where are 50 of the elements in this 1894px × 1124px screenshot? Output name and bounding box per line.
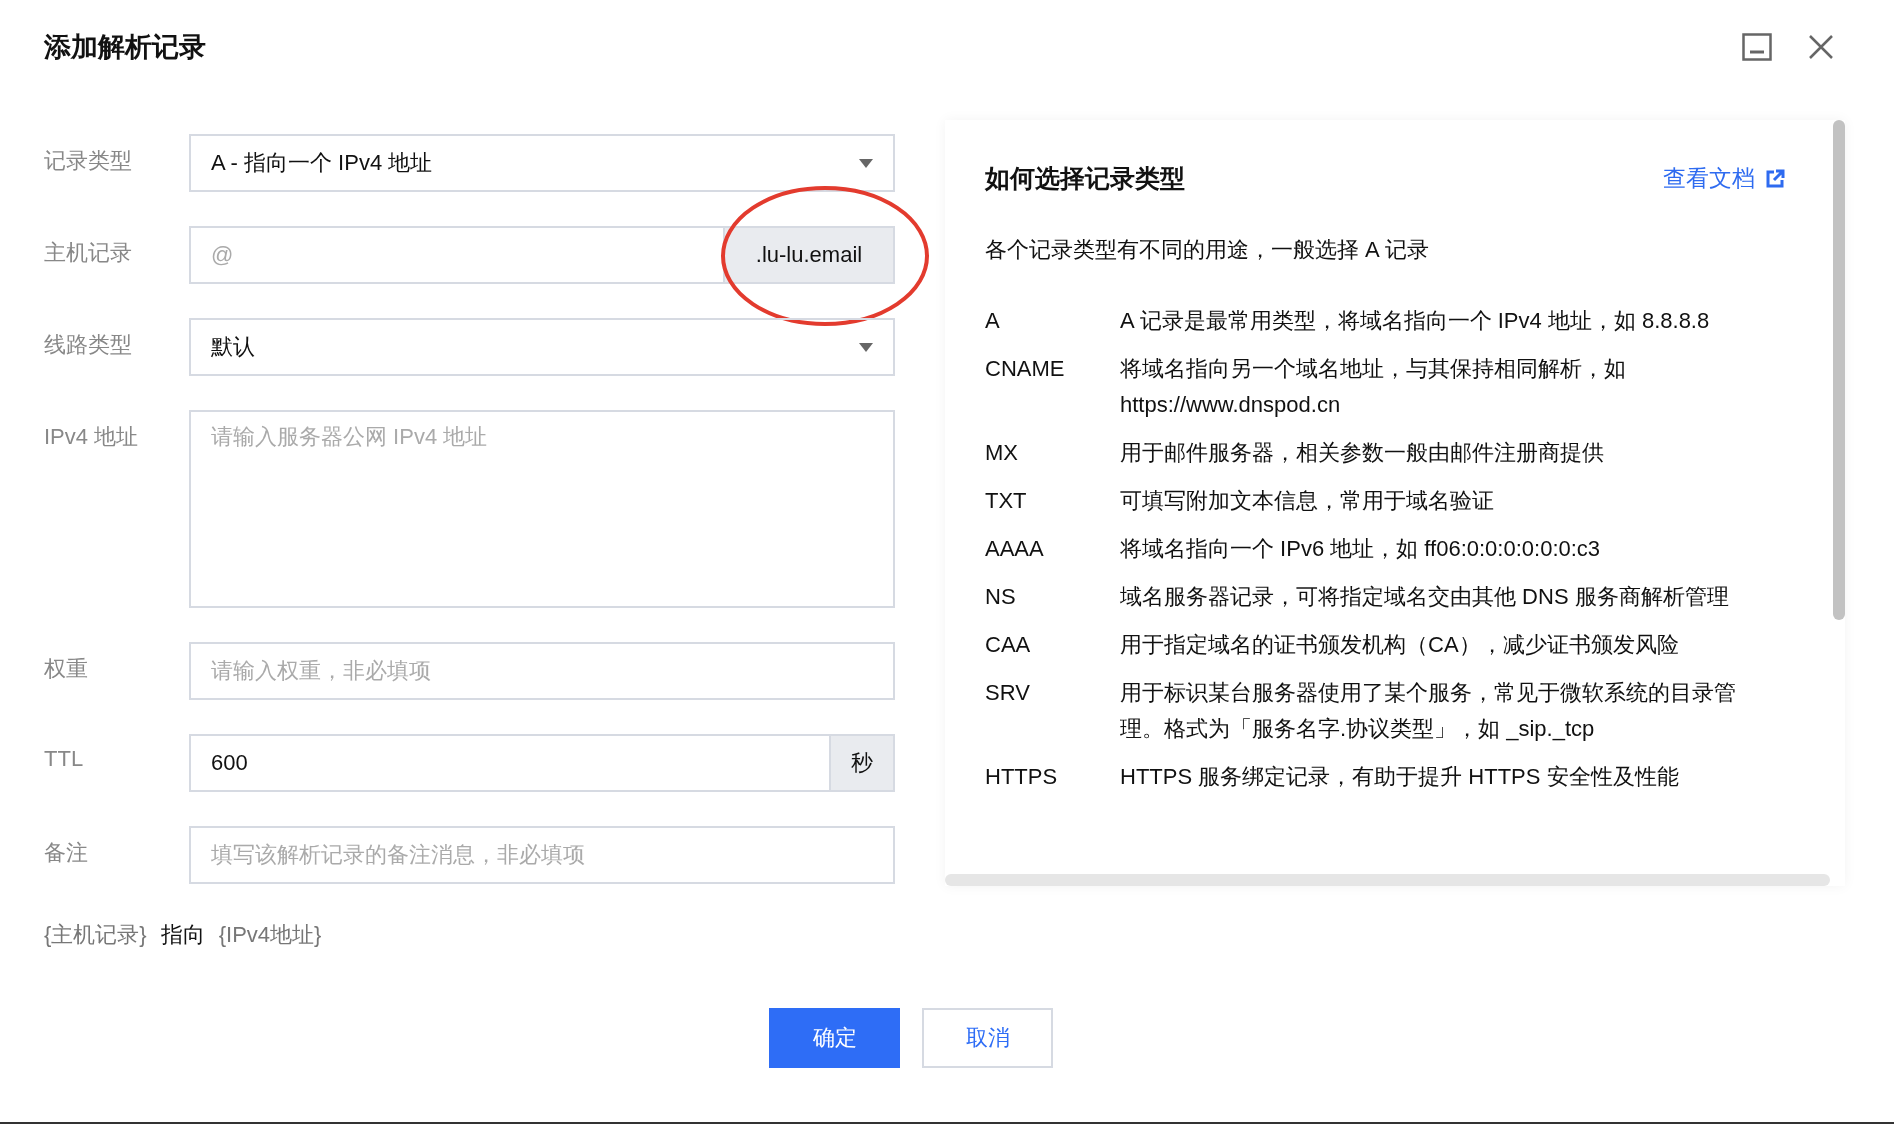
placeholder-token: {主机记录}	[44, 921, 147, 949]
record-description: 将域名指向一个 IPv6 地址，如 ff06:0:0:0:0:0:0:c3	[1120, 535, 1602, 563]
select-field[interactable]: 默认	[189, 318, 895, 376]
input-field[interactable]: 请输入权重，非必填项	[189, 642, 895, 700]
record-type: SRV	[985, 679, 1031, 707]
external-link-icon	[1765, 168, 1785, 189]
input-field[interactable]: 填写该解析记录的备注消息，非必填项	[189, 826, 895, 884]
field-label: 线路类型	[44, 331, 133, 359]
record-type: MX	[985, 439, 1019, 467]
vertical-scrollbar[interactable]	[1833, 120, 1845, 620]
help-intro: 各个记录类型有不同的用途，一般选择 A 记录	[985, 236, 1430, 264]
domain-suffix: .lu-lu.email	[723, 226, 895, 284]
record-description: 用于标识某台服务器使用了某个服务，常见于微软系统的目录管理。格式为「服务名字.协议类型」，如 _sip._tcp	[1120, 679, 1737, 743]
horizontal-scrollbar[interactable]	[945, 874, 1830, 886]
help-title: 如何选择记录类型	[985, 163, 1185, 194]
field-label: 主机记录	[44, 239, 133, 267]
record-type: A	[985, 307, 1001, 335]
field-label: 备注	[44, 839, 89, 867]
record-type: NS	[985, 583, 1017, 611]
record-description: 用于指定域名的证书颁发机构（CA），减少证书颁发风险	[1120, 631, 1680, 659]
ttl-field[interactable]: 600	[189, 734, 829, 792]
unit-label: 秒	[829, 734, 895, 792]
field-label: TTL	[44, 745, 85, 773]
docs-link[interactable]: 查看文档	[1663, 163, 1785, 194]
field-label: 权重	[44, 655, 89, 683]
cancel-button[interactable]: 取消	[922, 1008, 1053, 1068]
record-type: AAAA	[985, 535, 1045, 563]
field-label: 记录类型	[44, 147, 133, 175]
minimize-icon[interactable]	[1742, 33, 1772, 61]
record-type: CNAME	[985, 355, 1066, 383]
record-type: HTTPS	[985, 763, 1059, 791]
record-description: 用于邮件服务器，相关参数一般由邮件注册商提供	[1120, 439, 1605, 467]
host-field[interactable]: @	[189, 226, 723, 284]
select-field[interactable]: A - 指向一个 IPv4 地址	[189, 134, 895, 192]
dialog-title: 添加解析记录	[44, 31, 206, 64]
confirm-button[interactable]: 确定	[769, 1008, 900, 1068]
ipv4-field[interactable]: 请输入服务器公网 IPv4 地址	[189, 410, 895, 608]
record-description: 域名服务器记录，可将指定域名交由其他 DNS 服务商解析管理	[1120, 583, 1730, 611]
placeholder-token: {IPv4地址}	[218, 921, 322, 949]
record-description: HTTPS 服务绑定记录，有助于提升 HTTPS 安全性及性能	[1120, 763, 1680, 791]
close-icon[interactable]	[1808, 34, 1834, 60]
record-description: 将域名指向另一个域名地址，与其保持相同解析，如 https://www.dnspod.cn	[1120, 355, 1627, 419]
record-type: TXT	[985, 487, 1028, 515]
record-type: CAA	[985, 631, 1032, 659]
field-label: IPv4 地址	[44, 423, 140, 451]
record-description: A 记录是最常用类型，将域名指向一个 IPv4 地址，如 8.8.8.8	[1120, 307, 1711, 335]
summary-text: 指向	[160, 921, 205, 949]
caret-icon	[859, 342, 873, 352]
record-description: 可填写附加文本信息，常用于域名验证	[1120, 487, 1495, 515]
caret-icon	[859, 158, 873, 168]
